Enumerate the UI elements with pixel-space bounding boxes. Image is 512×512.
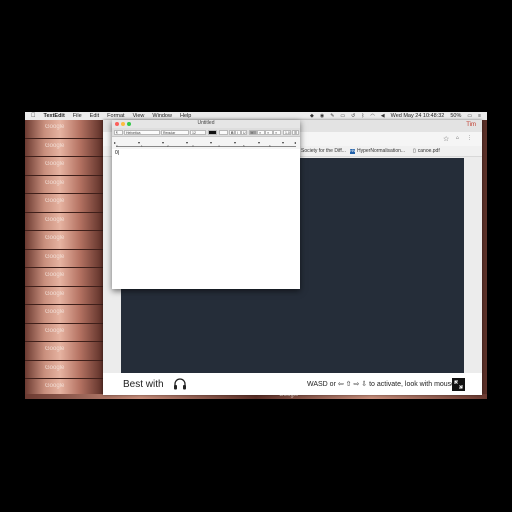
align-center-button[interactable]: ≡	[257, 129, 265, 135]
menu-extras: ◆ ◉ ✎ ▭ ↺ ᛒ ◠ ◀ Wed May 24 10:48:32 50% …	[310, 112, 481, 120]
desktop-tile: Google	[25, 360, 103, 379]
menu-dots-icon[interactable]: ⋮	[467, 135, 472, 141]
right-margin-marker[interactable]: ◂	[294, 140, 296, 145]
menu-window[interactable]: Window	[152, 113, 172, 119]
font-style-select[interactable]: Regular	[161, 129, 189, 135]
ruler-number: 4	[218, 144, 220, 148]
airplay-icon[interactable]: ▭	[340, 113, 345, 119]
ruler-number: 3	[192, 144, 194, 148]
battery-icon[interactable]: ▭	[467, 113, 472, 119]
align-left-button[interactable]: ≡	[249, 129, 257, 135]
document-text-area[interactable]: 0|	[112, 149, 300, 289]
desktop-tile: Google	[25, 138, 103, 157]
justify-button[interactable]: ≡	[273, 129, 281, 135]
fullscreen-icon	[454, 380, 463, 389]
ruler-tab-stop[interactable]: ▾	[282, 140, 284, 145]
desktop-tile: Google	[25, 305, 103, 324]
time-machine-icon[interactable]: ↺	[351, 113, 355, 119]
menu-file[interactable]: File	[73, 113, 82, 119]
ruler-tab-stop[interactable]: ▾	[138, 140, 140, 145]
desktop-tile: Google	[25, 323, 103, 342]
desktop-tile-column: Google Google Google Google Google Googl…	[25, 120, 103, 399]
ruler-tab-stop[interactable]: ▾	[186, 140, 188, 145]
document-icon: ▯	[413, 148, 416, 154]
ruler-number: 1	[141, 144, 143, 148]
desktop-tile: Google	[25, 194, 103, 213]
desktop-tile: Google	[25, 342, 103, 361]
textedit-window: Untitled ¶ Helvetica Regular 12 B I U ≡ …	[112, 120, 300, 289]
ruler-tab-stop[interactable]: ▾	[162, 140, 164, 145]
highlight-color-button[interactable]	[219, 129, 228, 135]
paragraph-style-select[interactable]: ¶	[114, 129, 123, 135]
ruler-tab-stop[interactable]: ▾	[258, 140, 260, 145]
bookmark-star-icon[interactable]: ☆	[443, 135, 449, 143]
best-with-label: Best with	[123, 379, 164, 390]
font-family-select[interactable]: Helvetica	[124, 129, 160, 135]
headphones-icon	[174, 378, 186, 390]
desktop-tile: Google	[25, 175, 103, 194]
font-size-select[interactable]: 12	[190, 129, 206, 135]
document-text: 0|	[115, 150, 120, 156]
volume-icon[interactable]: ◀	[381, 113, 385, 119]
menu-bar:  TextEdit File Edit Format View Window …	[25, 112, 487, 120]
underline-button[interactable]: U	[241, 129, 247, 135]
notification-center-icon[interactable]: ≡	[478, 113, 481, 119]
ruler-tab-stop[interactable]: ▾	[210, 140, 212, 145]
record-icon[interactable]: ◉	[320, 113, 324, 119]
bookmark-item[interactable]: ▯ canoe.pdf	[413, 148, 440, 154]
bookmark-item[interactable]: Society for the Diff...	[301, 148, 346, 154]
ruler-tab-stop[interactable]: ▾	[234, 140, 236, 145]
ruler-number: 6	[269, 144, 271, 148]
bluetooth-icon[interactable]: ᛒ	[361, 113, 364, 119]
ruler-number: 5	[243, 144, 245, 148]
page-footer: Best with WASD or ⇦ ⇧ ⇨ ⇩ to activate, l…	[103, 373, 482, 395]
window-title: Untitled	[197, 120, 215, 126]
list-style-select[interactable]: ☰	[292, 129, 299, 135]
apple-icon[interactable]: 	[31, 113, 36, 119]
textedit-titlebar[interactable]: Untitled	[112, 120, 300, 128]
desktop-tile: Google	[25, 268, 103, 287]
desktop-tile: Google	[25, 231, 103, 250]
desktop-tile: Google	[25, 249, 103, 268]
battery-text[interactable]: 50%	[450, 113, 461, 119]
ruler-number: 2	[167, 144, 169, 148]
align-right-button[interactable]: ≡	[265, 129, 273, 135]
ruler-number: 0	[116, 144, 118, 148]
clock-text[interactable]: Wed May 24 10:48:32	[391, 113, 445, 119]
extension-icon[interactable]: ⌂	[456, 135, 459, 141]
format-toolbar: ¶ Helvetica Regular 12 B I U ≡ ≡ ≡ ≡ 1.0…	[112, 128, 300, 137]
bookmark-item[interactable]: HN HyperNormalisation...	[350, 148, 405, 154]
menu-app-name[interactable]: TextEdit	[44, 113, 65, 119]
desktop-tile: Google	[25, 157, 103, 176]
line-spacing-select[interactable]: 1.0	[283, 129, 291, 135]
hn-favicon: HN	[350, 148, 356, 154]
fullscreen-button[interactable]	[452, 378, 465, 391]
menu-view[interactable]: View	[133, 113, 145, 119]
menu-help[interactable]: Help	[180, 113, 191, 119]
desktop-tile: Google	[25, 212, 103, 231]
text-color-button[interactable]	[208, 129, 217, 135]
desktop-tile: Google	[25, 120, 103, 139]
profile-label[interactable]: Tim	[466, 122, 476, 128]
menu-format[interactable]: Format	[107, 113, 124, 119]
controls-instructions: WASD or ⇦ ⇧ ⇨ ⇩ to activate, look with m…	[307, 381, 456, 388]
evernote-icon[interactable]: ✎	[330, 113, 334, 119]
dropbox-icon[interactable]: ◆	[310, 113, 314, 119]
wifi-icon[interactable]: ◠	[370, 113, 374, 119]
desktop-tile: Google	[25, 286, 103, 305]
menu-edit[interactable]: Edit	[90, 113, 99, 119]
